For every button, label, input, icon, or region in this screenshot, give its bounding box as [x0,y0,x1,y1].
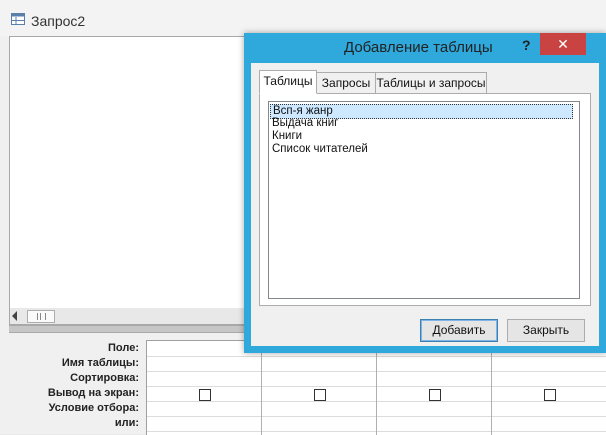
tab-queries[interactable]: Запросы [316,72,376,94]
design-grid-row-labels: Поле: Имя таблицы: Сортировка: Вывод на … [9,341,141,431]
dialog-title: Добавление таблицы [344,39,493,56]
tab-panel: Всп-я жанр Выдача книг Книги Список чита… [259,93,591,306]
grid-column[interactable] [147,341,262,435]
add-table-dialog: Добавление таблицы ? ✕ Таблицы Запросы Т… [244,33,606,353]
scroll-grip-icon [37,313,46,320]
show-checkbox[interactable] [314,389,326,401]
grid-column[interactable] [262,341,377,435]
row-label-show: Вывод на экран: [47,387,139,399]
dialog-body: Таблицы Запросы Таблицы и запросы Всп-я … [251,63,599,346]
grid-column[interactable] [492,341,606,435]
list-item[interactable]: Книги [270,130,571,143]
close-icon[interactable]: ✕ [540,33,586,55]
query-design-icon [11,13,25,25]
scroll-left-icon[interactable] [12,311,17,321]
help-button[interactable]: ? [522,37,531,53]
close-button[interactable]: Закрыть [507,319,585,342]
query-title: Запрос2 [31,13,86,29]
row-label-criteria: Условие отбора: [48,402,139,414]
row-label-field: Поле: [108,342,139,354]
grid-column[interactable] [377,341,492,435]
table-list[interactable]: Всп-я жанр Выдача книг Книги Список чита… [268,101,580,299]
design-grid-cells[interactable] [146,340,606,435]
show-checkbox[interactable] [429,389,441,401]
add-button[interactable]: Добавить [420,319,498,342]
scroll-thumb[interactable] [27,310,55,323]
show-checkbox[interactable] [544,389,556,401]
table-pane-scrollbar[interactable] [9,308,251,325]
tab-tables-and-queries[interactable]: Таблицы и запросы [375,72,487,94]
row-label-or: или: [114,417,139,429]
show-checkbox[interactable] [199,389,211,401]
tab-tables[interactable]: Таблицы [259,70,317,94]
row-label-sort: Сортировка: [70,372,139,384]
query-title-bar[interactable]: Запрос2 [0,0,606,36]
row-label-table-name: Имя таблицы: [61,357,139,369]
list-item[interactable]: Выдача книг [270,117,571,130]
list-item[interactable]: Список читателей [270,143,571,156]
